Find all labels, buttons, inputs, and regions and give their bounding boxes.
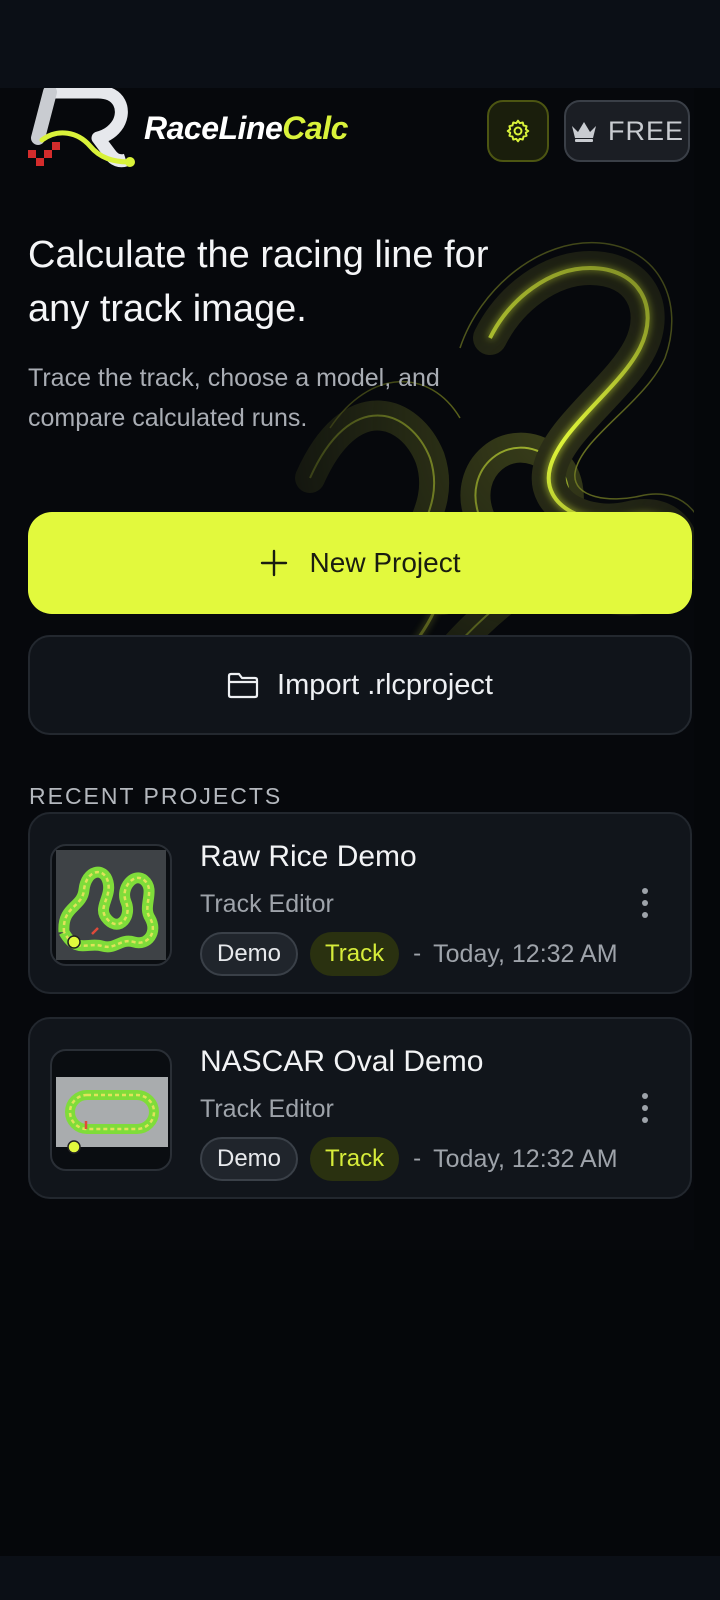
- project-subtitle: Track Editor: [200, 890, 334, 918]
- twisty-track-thumbnail: [50, 844, 172, 966]
- more-vertical-icon[interactable]: [630, 878, 660, 928]
- import-label: Import .rlcproject: [277, 668, 493, 701]
- tag-demo: Demo: [200, 1137, 299, 1181]
- plan-badge-button[interactable]: FREE: [564, 100, 690, 162]
- project-meta: Demo Track - Today, 12:32 AM: [200, 1137, 618, 1181]
- project-date: Today, 12:32 AM: [433, 1144, 618, 1173]
- more-vertical-icon[interactable]: [630, 1083, 660, 1133]
- project-subtitle: Track Editor: [200, 1095, 334, 1123]
- settings-button[interactable]: [487, 100, 549, 162]
- tag-demo: Demo: [200, 932, 299, 976]
- project-date: Today, 12:32 AM: [433, 939, 618, 968]
- meta-separator: -: [413, 1145, 422, 1172]
- hero-headline: Calculate the racing line for any track …: [28, 234, 489, 330]
- brand-name-part1: RaceLine: [144, 110, 283, 146]
- oval-track-thumbnail: [50, 1049, 172, 1171]
- project-card[interactable]: Raw Rice Demo Track Editor Demo Track - …: [28, 812, 692, 994]
- navigation-bar: [0, 1556, 720, 1600]
- tag-track: Track: [310, 932, 400, 976]
- hero-subtext: Trace the track, choose a model, and com…: [28, 364, 440, 432]
- brand-name: RaceLineCalc: [144, 110, 348, 147]
- project-name: NASCAR Oval Demo: [200, 1045, 484, 1078]
- crown-icon: [571, 122, 596, 142]
- app-screen: RaceLineCalc FREE Calculate the racing l…: [0, 88, 694, 1250]
- tag-track: Track: [310, 1137, 400, 1181]
- recent-projects-heading: RECENT PROJECTS: [29, 783, 283, 809]
- project-card[interactable]: NASCAR Oval Demo Track Editor Demo Track…: [28, 1017, 692, 1199]
- plan-label: FREE: [607, 115, 684, 146]
- folder-icon: [227, 672, 259, 699]
- project-name: Raw Rice Demo: [200, 840, 417, 873]
- status-bar: [0, 0, 720, 88]
- new-project-button[interactable]: New Project: [28, 512, 692, 614]
- import-project-button[interactable]: Import .rlcproject: [28, 635, 692, 735]
- new-project-label: New Project: [309, 547, 461, 578]
- logo-mark-icon: [28, 88, 135, 168]
- plus-icon: [260, 549, 287, 577]
- app-logo: RaceLineCalc: [28, 88, 378, 173]
- gear-icon: [506, 119, 530, 143]
- brand-name-part2: Calc: [282, 110, 348, 146]
- project-meta: Demo Track - Today, 12:32 AM: [200, 932, 618, 976]
- meta-separator: -: [413, 940, 422, 967]
